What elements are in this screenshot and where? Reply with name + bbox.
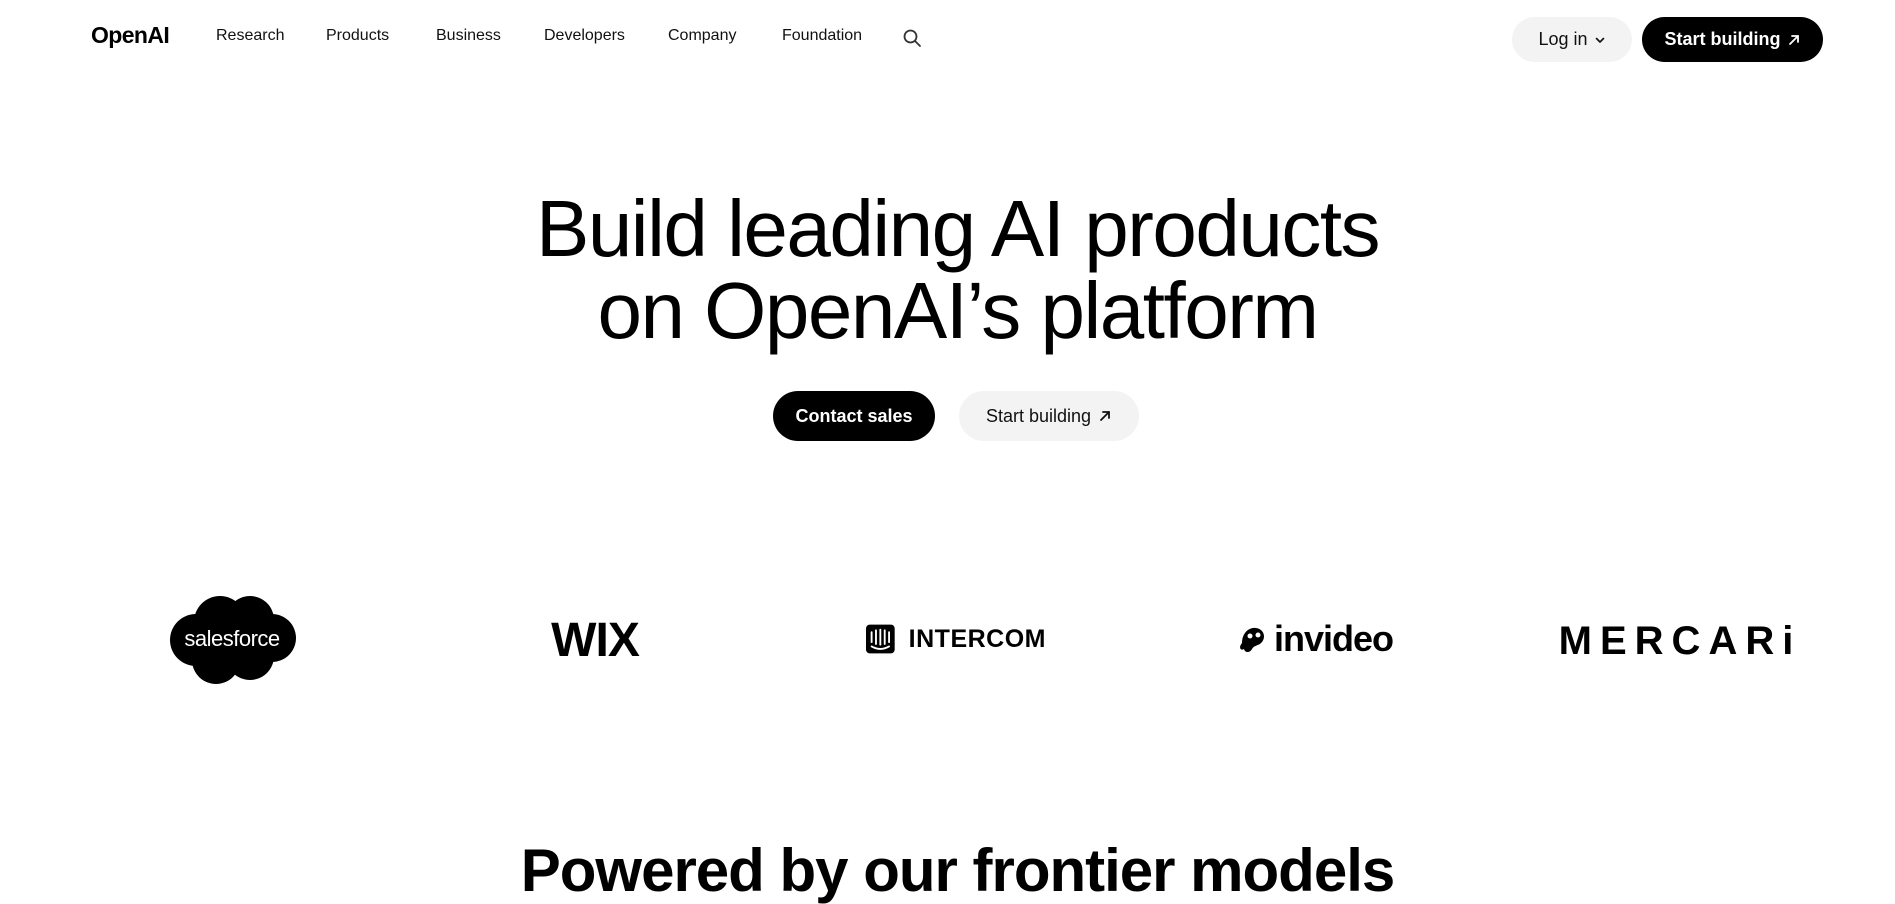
openai-logo[interactable]: OpenAI <box>91 22 170 49</box>
site-header: OpenAI Research Products Business Develo… <box>0 0 1895 78</box>
chevron-down-icon <box>1595 37 1604 43</box>
powered-section-title: Powered by our frontier models <box>520 837 1396 904</box>
intercom-mark-icon <box>866 624 895 654</box>
hero-title-line2: on OpenAI’s platform <box>597 266 1319 355</box>
salesforce-wordmark: salesforce <box>184 626 280 651</box>
mercari-wordmark: MERCARi <box>1558 618 1802 663</box>
start-building-label: Start building <box>1664 29 1781 49</box>
page: OpenAI Research Products Business Develo… <box>0 0 1895 904</box>
mercari-logo: MERCARi <box>1559 614 1794 668</box>
nav-research[interactable]: Research <box>216 27 326 45</box>
arrow-up-right-icon <box>1788 34 1799 45</box>
search-icon[interactable] <box>902 28 922 48</box>
nav-business[interactable]: Business <box>436 27 544 45</box>
login-label: Log in <box>1538 29 1588 49</box>
nav-developers[interactable]: Developers <box>544 27 668 45</box>
arrow-up-right-icon <box>1100 411 1110 421</box>
nav-products[interactable]: Products <box>326 27 436 45</box>
invideo-mark-icon <box>1240 627 1264 652</box>
nav-company[interactable]: Company <box>668 27 782 45</box>
wix-wordmark: WIX <box>551 613 640 667</box>
intercom-wordmark: INTERCOM <box>908 624 1046 653</box>
start-building-button-hero[interactable]: Start building <box>959 391 1139 441</box>
start-building-hero-label: Start building <box>985 405 1092 426</box>
salesforce-logo: salesforce <box>168 592 296 686</box>
hero-title-line1: Build leading AI products <box>535 184 1381 273</box>
main-nav: Research Products Business Developers Co… <box>216 27 892 45</box>
start-building-button-header[interactable]: Start building <box>1642 17 1823 62</box>
contact-sales-button[interactable]: Contact sales <box>773 391 935 441</box>
intercom-logo: INTERCOM <box>866 614 1046 664</box>
invideo-logo: invideo <box>1236 614 1400 664</box>
hero-title: Build leading AI products on OpenAI’s pl… <box>0 188 1895 352</box>
login-button[interactable]: Log in <box>1512 17 1632 62</box>
invideo-wordmark: invideo <box>1274 618 1394 659</box>
nav-foundation[interactable]: Foundation <box>782 27 892 45</box>
wix-logo: WIX <box>545 612 645 668</box>
